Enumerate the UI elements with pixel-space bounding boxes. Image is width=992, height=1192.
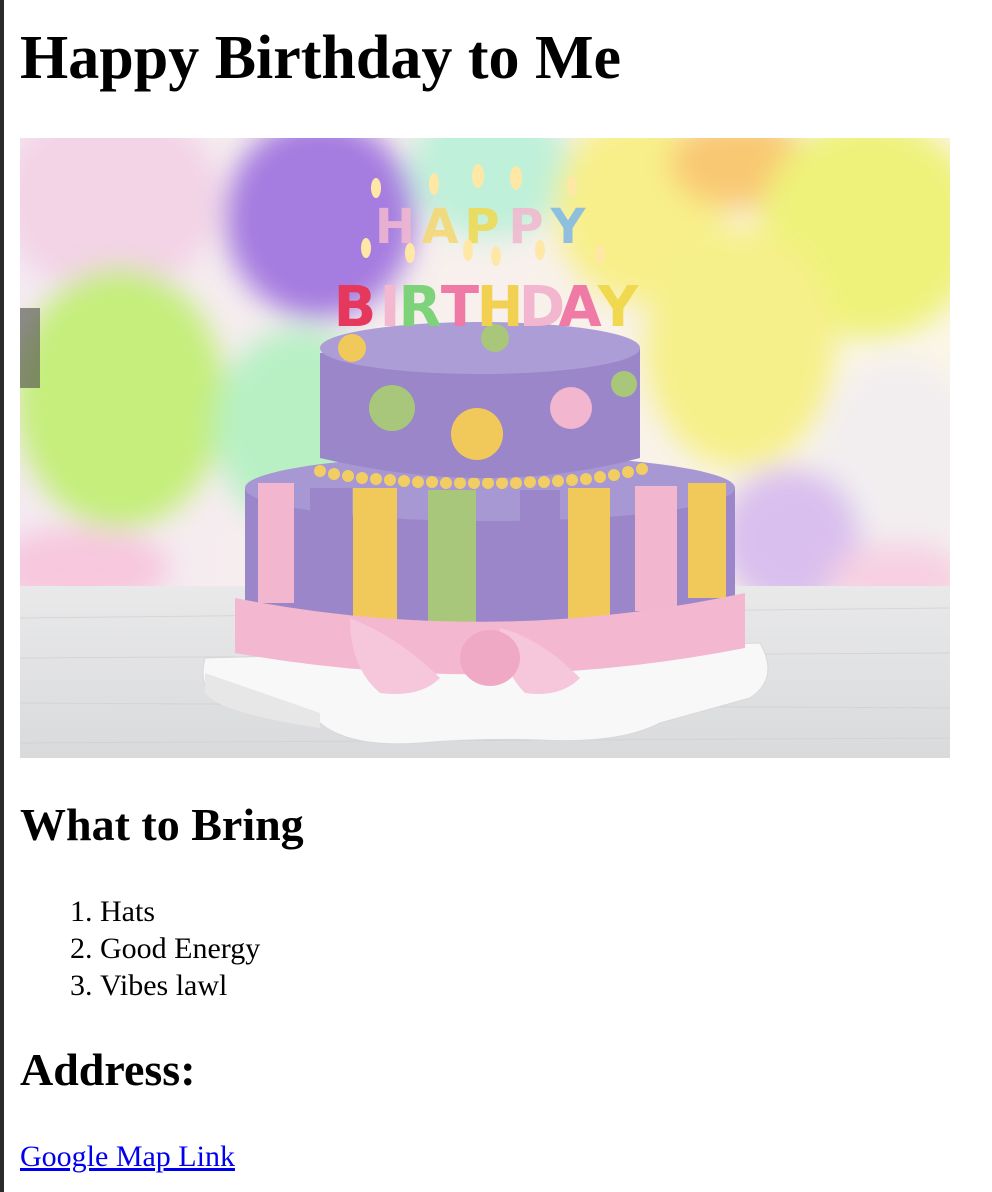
svg-text:Y: Y — [550, 199, 587, 255]
svg-text:I: I — [380, 275, 401, 340]
page-title: Happy Birthday to Me — [20, 24, 622, 92]
google-map-link[interactable]: Google Map Link — [20, 1138, 235, 1175]
list-item: Hats — [100, 893, 260, 930]
svg-text:B: B — [334, 275, 377, 340]
svg-text:R: R — [398, 275, 441, 340]
bring-list: Hats Good Energy Vibes lawl — [20, 893, 260, 1004]
birthday-cake-image: B I R T H D A Y H A P P Y — [20, 138, 950, 758]
list-item: Vibes lawl — [100, 967, 260, 1004]
svg-text:A: A — [421, 199, 458, 255]
svg-text:A: A — [558, 275, 602, 340]
what-to-bring-heading: What to Bring — [20, 799, 304, 850]
window-left-edge — [0, 0, 4, 1192]
address-heading: Address: — [20, 1044, 196, 1095]
svg-text:T: T — [441, 275, 479, 340]
list-item: Good Energy — [100, 930, 260, 967]
svg-text:H: H — [477, 275, 524, 340]
svg-text:Y: Y — [597, 275, 640, 340]
